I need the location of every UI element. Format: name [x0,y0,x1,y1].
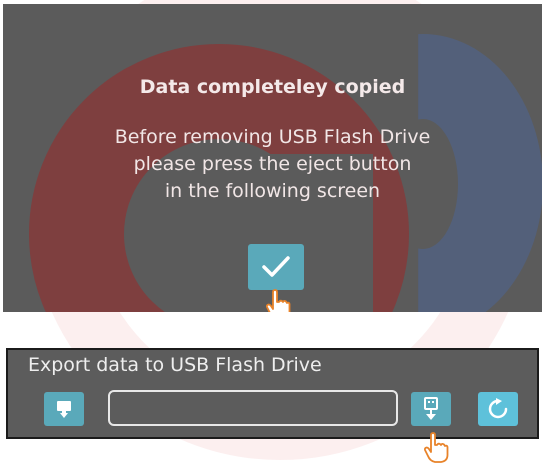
usb-eject-icon [424,397,438,420]
monitor-export-icon [57,401,71,418]
confirm-button[interactable] [248,244,304,290]
checkmark-icon [262,256,290,277]
export-panel: Export data to USB Flash Drive [6,348,539,439]
copy-complete-dialog: Data completeley copied Before removing … [3,4,542,312]
refresh-icon [488,398,508,419]
usb-path-field[interactable] [108,390,398,426]
dialog-title: Data completeley copied [139,76,406,98]
message-line: in the following screen [164,180,381,202]
export-panel-title: Export data to USB Flash Drive [28,354,322,376]
export-local-button[interactable] [44,392,84,426]
message-line: Before removing USB Flash Drive [114,126,431,148]
refresh-button[interactable] [478,392,518,426]
usb-eject-button[interactable] [411,392,451,426]
message-line: please press the eject button [133,153,412,175]
dialog-message: Before removing USB Flash Drive please p… [3,124,542,205]
